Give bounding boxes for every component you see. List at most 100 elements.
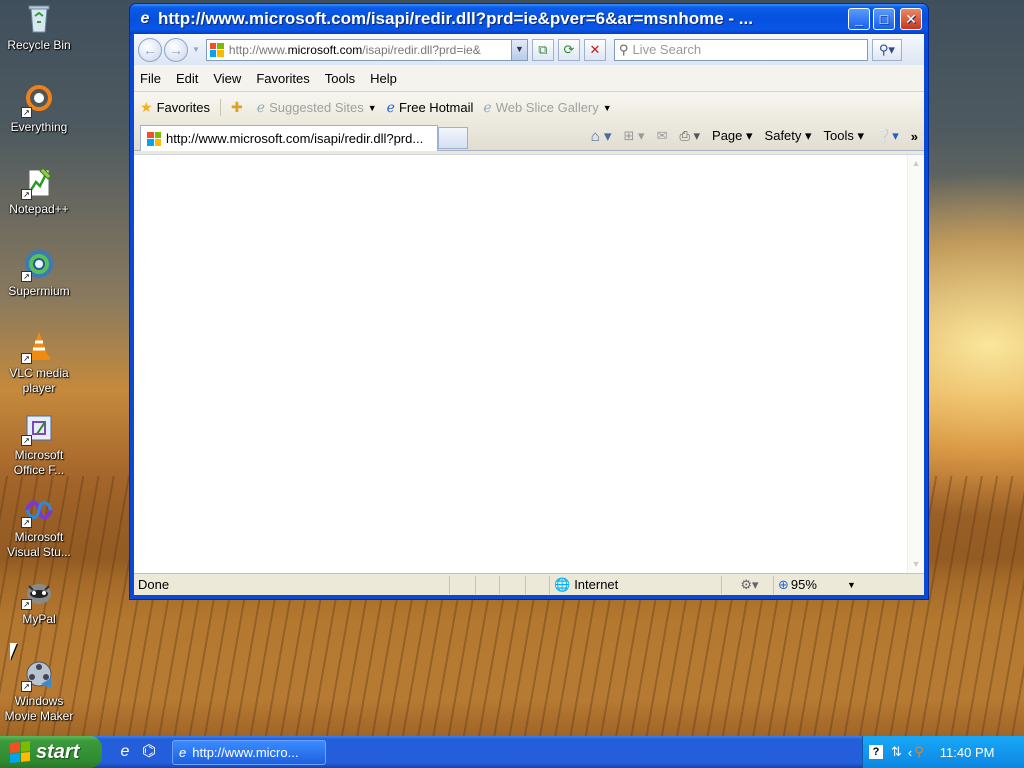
taskbar-button-ie[interactable]: e http://www.micro... bbox=[172, 739, 326, 765]
menu-bar: File Edit View Favorites Tools Help bbox=[134, 65, 924, 92]
address-dropdown-icon[interactable]: ▼ bbox=[510, 39, 527, 60]
system-tray: ? ⇅ ‹ ⚲ 11:40 PM bbox=[862, 736, 1024, 768]
window-titlebar[interactable]: e http://www.microsoft.com/isapi/redir.d… bbox=[130, 4, 928, 34]
menu-favorites[interactable]: Favorites bbox=[256, 71, 309, 86]
browser-tab-active[interactable]: http://www.microsoft.com/isapi/redir.dll… bbox=[140, 125, 438, 151]
suggested-sites-link[interactable]: ℯ Suggested Sites ▼ bbox=[257, 99, 377, 116]
help-tray-icon[interactable]: ? bbox=[869, 745, 883, 759]
mouse-cursor bbox=[10, 643, 17, 660]
favorites-bar: ★ Favorites ✚ ℯ Suggested Sites ▼ ℯ Free… bbox=[134, 92, 924, 123]
address-prefix: http://www. bbox=[228, 42, 288, 57]
security-zone[interactable]: 🌐 Internet bbox=[550, 575, 722, 594]
everything-tray-icon[interactable]: ⚲ bbox=[914, 744, 924, 760]
zoom-level: 95% bbox=[790, 577, 817, 592]
start-button[interactable]: start bbox=[0, 736, 102, 768]
help-icon[interactable]: ❔▾ bbox=[876, 128, 899, 144]
visual-studio-icon: ↗ bbox=[21, 494, 55, 528]
tools-menu-button[interactable]: Tools ▾ bbox=[824, 128, 865, 144]
read-mail-icon[interactable]: ✉ bbox=[657, 128, 668, 144]
menu-file[interactable]: File bbox=[140, 71, 161, 86]
compatibility-view-button[interactable]: ⧉ bbox=[531, 38, 554, 61]
safety-menu-button[interactable]: Safety ▾ bbox=[765, 128, 812, 144]
vertical-scrollbar[interactable]: ▲ ▼ bbox=[907, 155, 924, 573]
quicklaunch-ie-icon[interactable]: e bbox=[114, 741, 136, 763]
address-input[interactable]: http://www. microsoft.com/isapi/redir.dll… bbox=[205, 38, 528, 61]
window-title: http://www.microsoft.com/isapi/redir.dll… bbox=[158, 9, 753, 28]
search-go-button[interactable]: ⚲▾ bbox=[871, 38, 902, 61]
desktop-icon-label: Supermium bbox=[8, 284, 70, 298]
desktop-icon-mypal[interactable]: ↗ MyPal bbox=[2, 576, 76, 627]
address-toolbar: ← → ▼ http://www. microsoft.com/isapi/red… bbox=[134, 34, 924, 65]
desktop-icon-movie-maker[interactable]: ↗ Windows Movie Maker bbox=[2, 658, 76, 724]
browser-window[interactable]: e http://www.microsoft.com/isapi/redir.d… bbox=[129, 3, 929, 600]
zoom-magnifier-icon: ⊕ bbox=[778, 576, 789, 592]
maximize-button[interactable]: □ bbox=[873, 8, 895, 30]
recent-pages-dropdown-icon[interactable]: ▼ bbox=[192, 45, 200, 54]
scroll-down-icon[interactable]: ▼ bbox=[908, 556, 924, 573]
desktop-icon-label: MyPal bbox=[22, 612, 56, 626]
refresh-button[interactable]: ⟳ bbox=[557, 38, 580, 61]
web-slice-gallery-label: Web Slice Gallery bbox=[495, 100, 599, 115]
toolbar-overflow-chevron-icon[interactable]: » bbox=[911, 129, 918, 144]
status-bar: Done 🌐 Internet ⚙▾ ⊕ 95% ▼ bbox=[134, 573, 924, 595]
zoom-control[interactable]: ⊕ 95% ▼ bbox=[774, 576, 870, 594]
chevron-down-icon: ▼ bbox=[602, 102, 612, 113]
ie-logo-icon: e bbox=[179, 744, 187, 760]
desktop-icon-visual-studio[interactable]: ↗ Microsoft Visual Stu... bbox=[2, 494, 76, 560]
scroll-up-icon[interactable]: ▲ bbox=[908, 155, 924, 172]
desktop-icon-office-frontpage[interactable]: ↗ Microsoft Office F... bbox=[2, 412, 76, 478]
desktop-icon-supermium[interactable]: ↗ Supermium bbox=[2, 248, 76, 299]
taskbar-button-label: http://www.micro... bbox=[192, 744, 299, 760]
zoom-dropdown-icon[interactable]: ▼ bbox=[847, 580, 856, 590]
clock[interactable]: 11:40 PM bbox=[940, 745, 995, 760]
favorites-button[interactable]: ★ Favorites bbox=[140, 99, 222, 116]
tab-title: http://www.microsoft.com/isapi/redir.dll… bbox=[166, 131, 424, 146]
web-slice-gallery-link[interactable]: ℯ Web Slice Gallery ▼ bbox=[483, 99, 611, 116]
menu-tools[interactable]: Tools bbox=[325, 71, 355, 86]
desktop-icon-label: Windows Movie Maker bbox=[4, 694, 74, 723]
ie-page-icon: ℯ bbox=[386, 99, 395, 115]
close-button[interactable]: ✕ bbox=[900, 8, 922, 30]
back-button[interactable]: ← bbox=[138, 37, 162, 62]
desktop-icon-label: Recycle Bin bbox=[7, 38, 71, 52]
desktop-icon-vlc[interactable]: ↗ VLC media player bbox=[2, 330, 76, 396]
home-icon[interactable]: ⌂ ▾ bbox=[591, 127, 612, 145]
print-icon[interactable]: ⎙ ▾ bbox=[679, 128, 700, 144]
everything-search-icon: ↗ bbox=[21, 84, 55, 118]
menu-view[interactable]: View bbox=[213, 71, 241, 86]
status-cell bbox=[500, 575, 526, 594]
page-content[interactable]: ▲ ▼ bbox=[134, 154, 924, 573]
feeds-icon[interactable]: ⊞ ▾ bbox=[624, 128, 645, 144]
desktop-icon-recycle-bin[interactable]: Recycle Bin bbox=[2, 2, 76, 53]
protected-mode-icon[interactable]: ⚙▾ bbox=[722, 575, 774, 594]
minimize-button[interactable]: _ bbox=[848, 8, 870, 30]
forward-button[interactable]: → bbox=[164, 37, 188, 62]
status-progress-cell bbox=[450, 575, 476, 594]
quicklaunch-explorer-icon[interactable]: ⌬ bbox=[138, 741, 160, 763]
desktop-icon-everything[interactable]: ↗ Everything bbox=[2, 84, 76, 135]
desktop-icon-label: Notepad++ bbox=[9, 202, 69, 216]
new-tab-button[interactable] bbox=[438, 127, 468, 149]
show-hidden-icons-chevron-icon[interactable]: ‹ bbox=[908, 745, 912, 760]
page-menu-button[interactable]: Page ▾ bbox=[712, 128, 753, 144]
search-magnifier-icon: ⚲ bbox=[618, 41, 629, 57]
start-label: start bbox=[36, 740, 80, 763]
free-hotmail-link[interactable]: ℯ Free Hotmail bbox=[387, 99, 474, 116]
desktop-icon-label: VLC media player bbox=[9, 366, 69, 395]
security-zone-label: Internet bbox=[574, 577, 619, 592]
tab-row: http://www.microsoft.com/isapi/redir.dll… bbox=[134, 123, 924, 151]
menu-edit[interactable]: Edit bbox=[176, 71, 198, 86]
vlc-cone-icon: ↗ bbox=[21, 330, 55, 364]
desktop-icon-notepadpp[interactable]: ↗ Notepad++ bbox=[2, 166, 76, 217]
menu-help[interactable]: Help bbox=[370, 71, 397, 86]
notepad-plus-plus-icon: ↗ bbox=[21, 166, 55, 200]
add-to-favorites-bar-button[interactable]: ✚ bbox=[231, 99, 247, 116]
network-tray-icon[interactable]: ⇅ bbox=[891, 744, 902, 760]
address-domain: microsoft.com bbox=[287, 42, 363, 57]
office-frontpage-icon: ↗ bbox=[21, 412, 55, 446]
mypal-browser-icon: ↗ bbox=[21, 576, 55, 610]
search-input[interactable]: ⚲ Live Search bbox=[613, 38, 868, 61]
stop-button[interactable]: ✕ bbox=[583, 38, 606, 61]
windows-flag-icon bbox=[10, 740, 30, 764]
taskbar: start e ⌬ e http://www.micro... ? ⇅ ‹ ⚲ … bbox=[0, 736, 1024, 768]
